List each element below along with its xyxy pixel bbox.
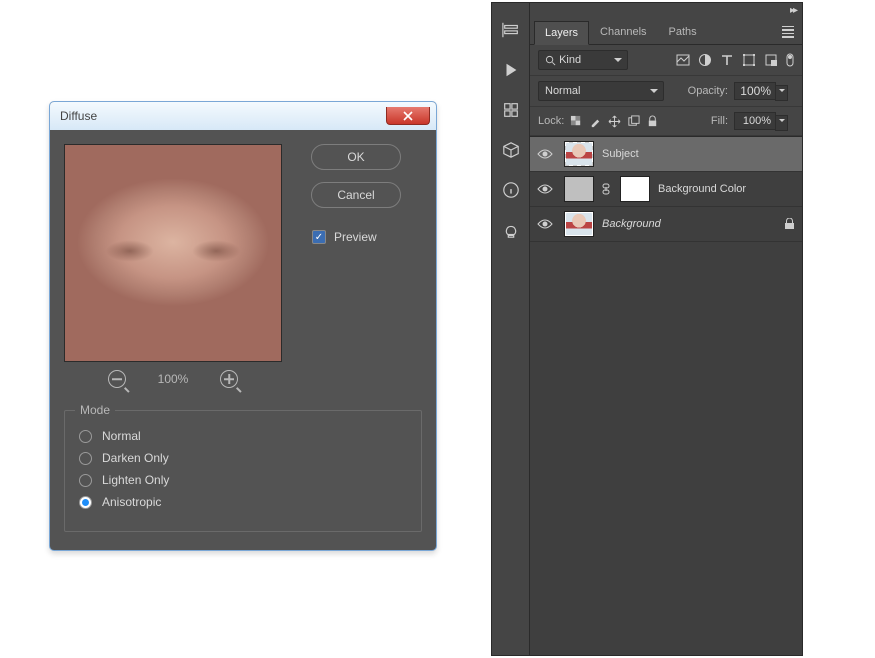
layer-name[interactable]: Subject — [602, 148, 639, 160]
radio-icon — [79, 496, 92, 509]
layers-panel: ▸▸ Layers Channels Paths Kind Norma — [530, 3, 802, 655]
layer-thumbnail[interactable] — [564, 176, 594, 202]
lock-label: Lock: — [538, 115, 564, 127]
lock-transparent-icon[interactable] — [570, 115, 583, 128]
layer-row[interactable]: Subject — [530, 137, 802, 172]
fill-label: Fill: — [711, 115, 728, 127]
close-button[interactable] — [386, 107, 430, 125]
radio-icon — [79, 430, 92, 443]
mode-option-label: Anisotropic — [102, 495, 161, 509]
link-icon — [602, 183, 612, 195]
search-icon — [545, 55, 556, 66]
layer-thumbnail[interactable] — [564, 211, 594, 237]
preview-label: Preview — [334, 230, 377, 244]
dialog-titlebar[interactable]: Diffuse — [50, 102, 436, 130]
lock-icon — [784, 218, 796, 230]
panel-tabs: Layers Channels Paths — [530, 19, 802, 45]
tab-layers[interactable]: Layers — [534, 21, 589, 45]
filter-toggle-icon[interactable] — [786, 53, 794, 67]
filter-preview[interactable] — [64, 144, 282, 362]
opacity-label: Opacity: — [688, 85, 728, 97]
mode-option-label: Lighten Only — [102, 473, 169, 487]
lock-position-icon[interactable] — [608, 115, 621, 128]
adjustment-filter-icon[interactable] — [698, 53, 712, 67]
fill-input[interactable]: 100% — [734, 112, 776, 130]
visibility-toggle[interactable] — [534, 218, 556, 230]
filter-row: Kind — [530, 45, 802, 76]
filter-kind-label: Kind — [559, 54, 581, 66]
layer-thumbnail[interactable] — [564, 141, 594, 167]
pixel-filter-icon[interactable] — [676, 53, 690, 67]
layer-name[interactable]: Background — [602, 218, 661, 230]
properties-icon[interactable] — [502, 101, 520, 119]
collapsed-panel-strip — [492, 3, 530, 655]
layer-row[interactable]: Background — [530, 207, 802, 242]
layers-panel-group: ▸▸ Layers Channels Paths Kind Norma — [491, 2, 803, 656]
panel-menu-icon[interactable] — [782, 26, 794, 38]
mode-option-anisotropic[interactable]: Anisotropic — [79, 495, 407, 509]
shape-filter-icon[interactable] — [742, 53, 756, 67]
mode-legend: Mode — [75, 403, 115, 417]
history-icon[interactable] — [502, 21, 520, 39]
lock-row: Lock: Fill: 100% — [530, 107, 802, 136]
layer-filter-icons — [676, 53, 794, 67]
filter-kind-select[interactable]: Kind — [538, 50, 628, 70]
dialog-body: 100% OK Cancel ✓ Preview Mode Normal Dark… — [50, 130, 436, 550]
mode-fieldset: Mode NormalDarken OnlyLighten OnlyAnisot… — [64, 410, 422, 532]
lock-all-icon[interactable] — [646, 115, 659, 128]
layer-list: Subject Background Color Background — [530, 136, 802, 655]
preview-checkbox-row[interactable]: ✓ Preview — [312, 230, 377, 244]
opacity-input[interactable]: 100% — [734, 82, 776, 100]
mode-option-normal[interactable]: Normal — [79, 429, 407, 443]
mask-thumbnail[interactable] — [620, 176, 650, 202]
mode-option-label: Normal — [102, 429, 141, 443]
zoom-level: 100% — [158, 372, 189, 386]
actions-icon[interactable] — [502, 61, 520, 79]
radio-icon — [79, 474, 92, 487]
type-filter-icon[interactable] — [720, 53, 734, 67]
mode-option-lighten-only[interactable]: Lighten Only — [79, 473, 407, 487]
checkbox-icon: ✓ — [312, 230, 326, 244]
lock-artboard-icon[interactable] — [627, 115, 640, 128]
visibility-toggle[interactable] — [534, 148, 556, 160]
3d-icon[interactable] — [502, 141, 520, 159]
dialog-title: Diffuse — [60, 109, 386, 123]
close-icon — [403, 111, 413, 121]
layer-name[interactable]: Background Color — [658, 183, 746, 195]
smartobject-filter-icon[interactable] — [764, 53, 778, 67]
mode-option-darken-only[interactable]: Darken Only — [79, 451, 407, 465]
collapse-chevrons-icon[interactable]: ▸▸ — [790, 5, 796, 19]
tab-paths[interactable]: Paths — [658, 20, 708, 44]
clone-source-icon[interactable] — [502, 221, 520, 239]
visibility-toggle[interactable] — [534, 183, 556, 195]
zoom-out-button[interactable] — [108, 370, 126, 388]
info-icon[interactable] — [502, 181, 520, 199]
mode-option-label: Darken Only — [102, 451, 169, 465]
zoom-in-button[interactable] — [220, 370, 238, 388]
layer-row[interactable]: Background Color — [530, 172, 802, 207]
blend-row: Normal Opacity: 100% — [530, 76, 802, 107]
radio-icon — [79, 452, 92, 465]
lock-pixels-icon[interactable] — [589, 115, 602, 128]
ok-button[interactable]: OK — [311, 144, 401, 170]
tab-channels[interactable]: Channels — [589, 20, 657, 44]
blend-mode-select[interactable]: Normal — [538, 81, 664, 101]
cancel-button[interactable]: Cancel — [311, 182, 401, 208]
diffuse-dialog: Diffuse 100% OK Cancel ✓ Preview — [49, 101, 437, 551]
